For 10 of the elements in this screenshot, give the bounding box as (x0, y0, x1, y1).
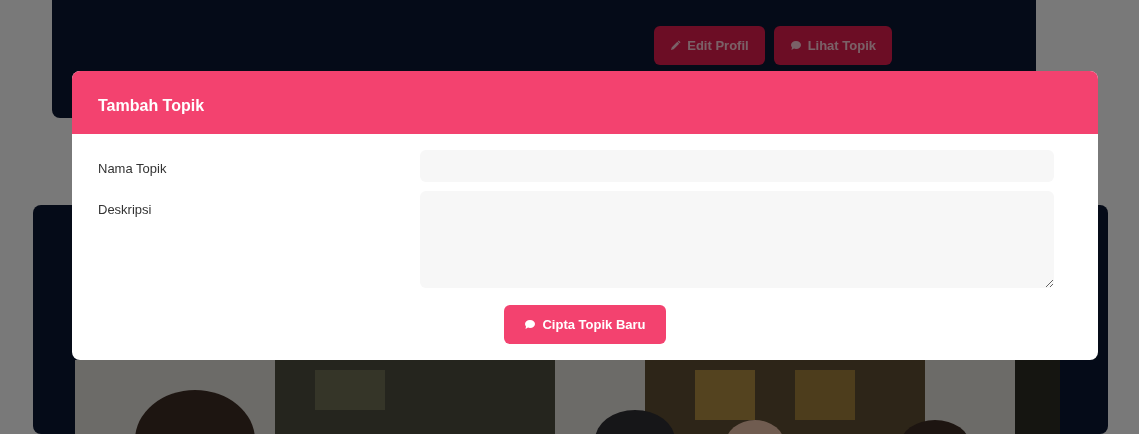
pencil-icon (670, 40, 682, 51)
chat-bubble-icon (789, 40, 802, 51)
chat-bubble-icon (524, 319, 537, 330)
description-textarea[interactable] (420, 191, 1054, 288)
submit-button[interactable]: Cipta Topik Baru (504, 305, 666, 344)
field-label: Deskripsi (98, 201, 153, 219)
profile-button[interactable]: Lihat Topik (773, 26, 892, 65)
profile-button[interactable]: Edit Profil (654, 26, 765, 65)
modal-title: Tambah Topik (98, 96, 205, 116)
field-label: Nama Topik (98, 160, 168, 178)
